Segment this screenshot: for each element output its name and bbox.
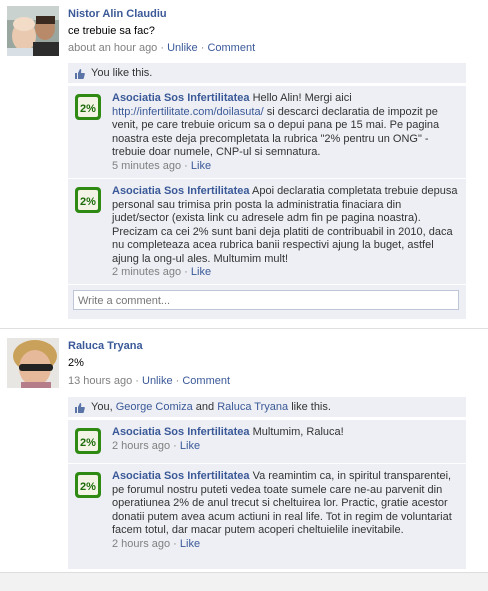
like-link[interactable]: Like	[180, 440, 200, 452]
svg-text:2%: 2%	[80, 103, 96, 115]
comment: 2% Asociatia Sos Infertilitatea Va reami…	[68, 463, 466, 569]
liker-link[interactable]: George Comiza	[116, 401, 193, 413]
post-author[interactable]: Raluca Tryana	[68, 340, 143, 352]
avatar[interactable]	[7, 6, 59, 56]
unlike-link[interactable]: Unlike	[142, 375, 173, 387]
sos-infertilitatea-logo[interactable]: 2%	[74, 427, 102, 455]
write-comment-input[interactable]: Write a comment...	[73, 290, 459, 310]
comment-link-url[interactable]: http://infertilitate.com/doilasuta/	[112, 106, 264, 118]
likes-bar: You like this.	[68, 63, 466, 83]
comment: 2% Asociatia Sos Infertilitatea Apoi dec…	[68, 178, 466, 284]
avatar[interactable]	[7, 338, 59, 388]
sos-infertilitatea-logo[interactable]: 2%	[74, 93, 102, 121]
svg-text:2%: 2%	[80, 437, 96, 449]
write-comment-box: Write a comment...	[68, 284, 466, 319]
comment-time: 2 hours ago	[112, 439, 171, 452]
comment-time: 2 hours ago	[112, 537, 171, 550]
comment-text: Hello Alin! Mergi aici	[249, 92, 352, 104]
likes-text: You, George Comiza and Raluca Tryana lik…	[91, 401, 331, 413]
post-meta: about an hour ago · Unlike · Comment	[68, 42, 256, 54]
divider	[0, 328, 488, 329]
thumbs-up-icon	[75, 403, 85, 413]
comment-text: Multumim, Raluca!	[249, 426, 344, 438]
post-time: about an hour ago	[68, 42, 158, 54]
comment-author[interactable]: Asociatia Sos Infertilitatea	[112, 185, 250, 197]
comment-link[interactable]: Comment	[207, 42, 255, 54]
sos-infertilitatea-logo[interactable]: 2%	[74, 186, 102, 214]
comment-time: 5 minutes ago	[112, 159, 182, 172]
comment-author[interactable]: Asociatia Sos Infertilitatea	[112, 92, 250, 104]
likes-text: You like this.	[91, 67, 153, 79]
comment-author[interactable]: Asociatia Sos Infertilitatea	[112, 470, 250, 482]
comment: 2% Asociatia Sos Infertilitatea Multumim…	[68, 419, 466, 463]
like-link[interactable]: Like	[180, 538, 200, 550]
svg-text:2%: 2%	[80, 481, 96, 493]
comment: 2% Asociatia Sos Infertilitatea Hello Al…	[68, 85, 466, 178]
like-link[interactable]: Like	[191, 160, 211, 172]
post-author[interactable]: Nistor Alin Claudiu	[68, 8, 167, 20]
comment-author[interactable]: Asociatia Sos Infertilitatea	[112, 426, 250, 438]
like-link[interactable]: Like	[191, 266, 211, 278]
post-text: ce trebuie sa fac?	[68, 25, 155, 37]
comment-link[interactable]: Comment	[182, 375, 230, 387]
post-time: 13 hours ago	[68, 375, 133, 387]
post-2: Raluca Tryana 2% 13 hours ago · Unlike ·…	[0, 330, 488, 570]
comment-time: 2 minutes ago	[112, 266, 182, 278]
post-1: Nistor Alin Claudiu ce trebuie sa fac? a…	[0, 0, 488, 330]
post-text: 2%	[68, 357, 84, 369]
unlike-link[interactable]: Unlike	[167, 42, 198, 54]
likes-bar: You, George Comiza and Raluca Tryana lik…	[68, 397, 466, 417]
svg-text:2%: 2%	[80, 196, 96, 208]
sos-infertilitatea-logo[interactable]: 2%	[74, 471, 102, 499]
bottom-bar	[0, 572, 488, 591]
liker-link[interactable]: Raluca Tryana	[217, 401, 288, 413]
thumbs-up-icon	[75, 69, 85, 79]
post-meta: 13 hours ago · Unlike · Comment	[68, 375, 231, 387]
